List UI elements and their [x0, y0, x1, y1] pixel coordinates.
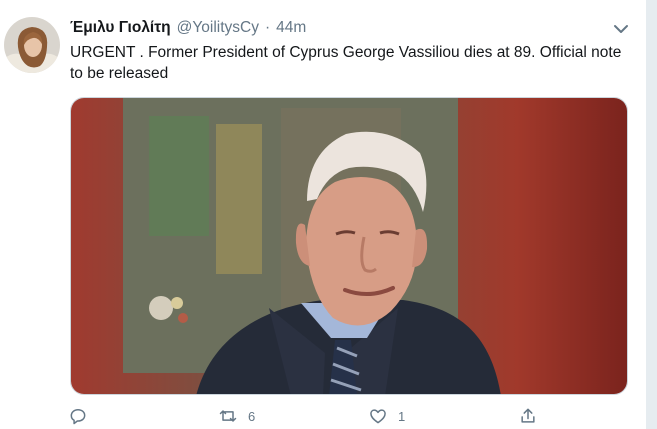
tweet-card[interactable]: Έμιλυ Γιολίτη @YoilitysCy · 44m URGENT .…	[0, 0, 657, 429]
tweet-photo[interactable]	[70, 97, 628, 395]
tweet-text: URGENT . Former President of Cyprus Geor…	[70, 44, 626, 82]
share-icon	[521, 408, 535, 423]
reply-button[interactable]	[68, 406, 98, 426]
retweet-icon	[219, 410, 237, 422]
tweet-header: Έμιλυ Γιολίτη @YoilitysCy · 44m	[70, 17, 306, 39]
like-count: 1	[398, 408, 406, 424]
more-options-button[interactable]	[612, 22, 630, 36]
like-button[interactable]: 1	[368, 406, 405, 426]
retweet-button[interactable]: 6	[218, 406, 255, 426]
avatar-image	[4, 17, 60, 73]
tweet-actions: 6 1	[68, 406, 568, 428]
chevron-down-icon	[614, 25, 628, 33]
timeline-border	[646, 0, 657, 429]
heart-icon	[370, 409, 386, 424]
separator-dot: ·	[265, 19, 271, 36]
share-button[interactable]	[518, 406, 548, 426]
avatar[interactable]	[4, 17, 60, 73]
user-handle[interactable]: @YoilitysCy	[177, 19, 259, 37]
retweet-count: 6	[248, 408, 256, 424]
photo-image	[71, 98, 627, 394]
timestamp[interactable]: 44m	[276, 19, 306, 37]
display-name[interactable]: Έμιλυ Γιολίτη	[70, 19, 171, 37]
reply-icon	[70, 409, 86, 425]
